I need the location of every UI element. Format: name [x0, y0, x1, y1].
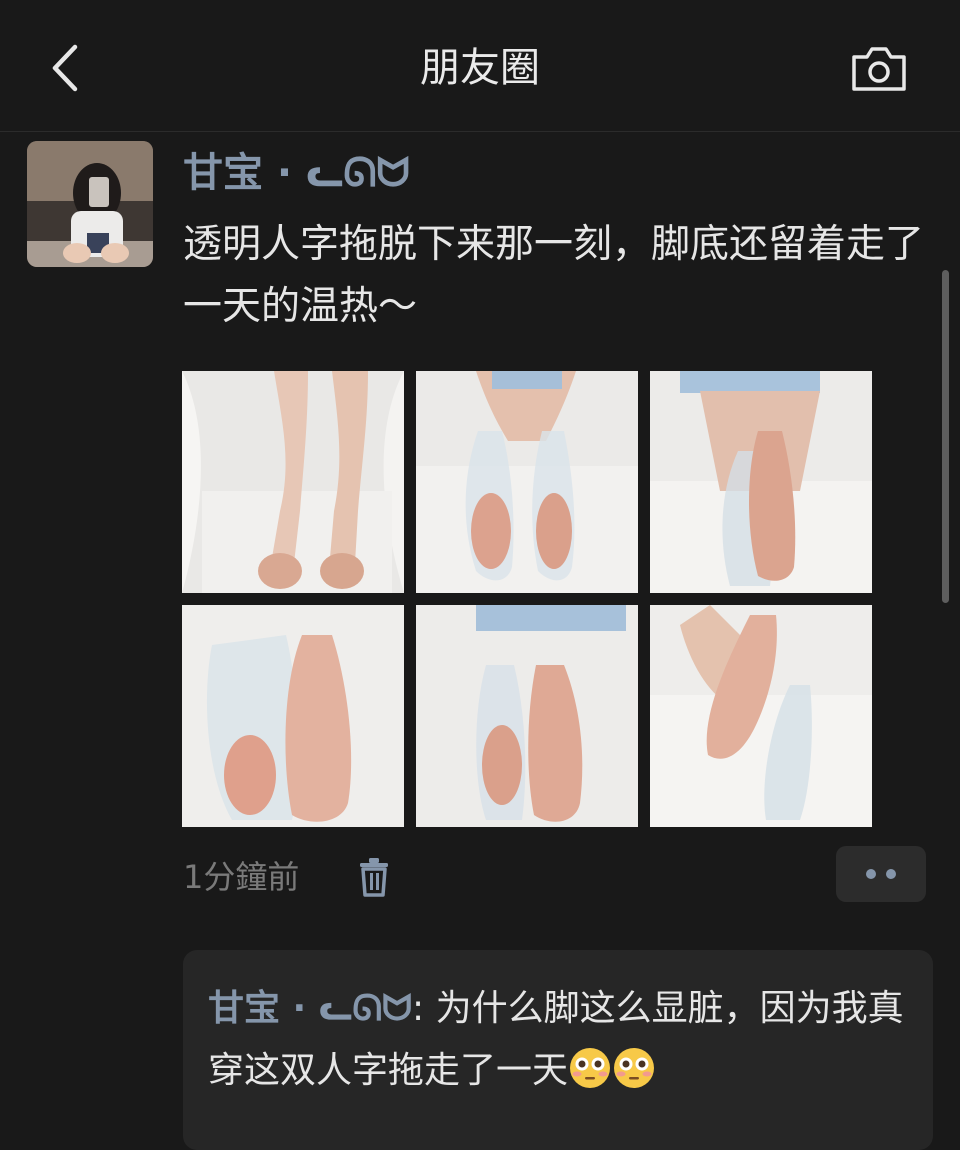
- more-dots-icon: [866, 869, 876, 879]
- post-timestamp: 1分鐘前: [183, 858, 300, 896]
- moment-post: 甘宝 · ᓚᘏᗢ 透明人字拖脱下来那一刻，脚底还留着走了一天的温热～ 1分鐘前 …: [0, 132, 960, 1150]
- photo-4[interactable]: [182, 605, 404, 827]
- flushed-face-emoji: [614, 1048, 655, 1088]
- photo-3[interactable]: [650, 371, 872, 593]
- camera-icon: [852, 47, 906, 91]
- comment-area: 甘宝 · ᓚᘏᗢ: 为什么脚这么显脏，因为我真穿这双人字拖走了一天: [183, 950, 933, 1150]
- more-actions-button[interactable]: [836, 846, 926, 902]
- avatar-image: [27, 141, 153, 267]
- comment-separator: :: [412, 988, 436, 1029]
- scrollbar[interactable]: [942, 270, 949, 603]
- top-nav-bar: 朋友圈: [0, 0, 960, 132]
- page-title: 朋友圈: [420, 45, 540, 91]
- photo-6[interactable]: [650, 605, 872, 827]
- camera-button[interactable]: [848, 40, 910, 96]
- photo-1[interactable]: [182, 371, 404, 593]
- delete-button[interactable]: [354, 854, 394, 900]
- photo-2[interactable]: [416, 371, 638, 593]
- post-text: 透明人字拖脱下来那一刻，脚底还留着走了一天的温热～: [183, 222, 925, 329]
- post-author-name[interactable]: 甘宝 · ᓚᘏᗢ: [183, 146, 410, 200]
- more-dot: [886, 869, 896, 879]
- flushed-face-emoji: [570, 1048, 611, 1088]
- comment-item[interactable]: 甘宝 · ᓚᘏᗢ: 为什么脚这么显脏，因为我真穿这双人字拖走了一天: [208, 978, 908, 1102]
- comment-author-name[interactable]: 甘宝 · ᓚᘏᗢ: [208, 988, 412, 1029]
- photo-grid: [182, 371, 872, 827]
- avatar[interactable]: [27, 141, 153, 267]
- photo-5[interactable]: [416, 605, 638, 827]
- trash-icon: [360, 858, 388, 897]
